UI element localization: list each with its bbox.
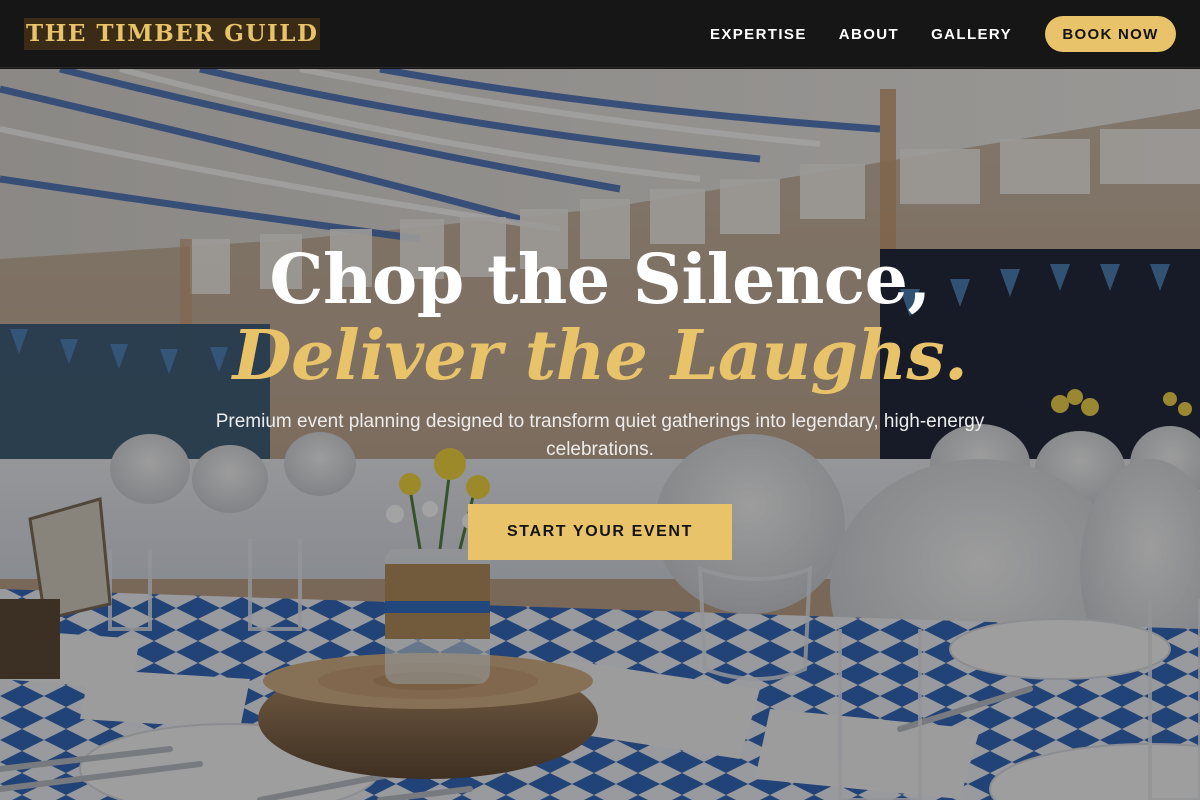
book-now-button[interactable]: BOOK NOW: [1045, 16, 1176, 52]
nav-link-expertise[interactable]: EXPERTISE: [710, 26, 807, 43]
headline-line-1: Chop the Silence,: [269, 240, 931, 320]
top-navigation: THE TIMBER GUILD EXPERTISE ABOUT GALLERY…: [0, 0, 1200, 68]
nav-links: EXPERTISE ABOUT GALLERY: [710, 0, 1012, 68]
start-event-button[interactable]: START YOUR EVENT: [468, 504, 732, 560]
nav-link-about[interactable]: ABOUT: [839, 26, 899, 43]
nav-link-gallery[interactable]: GALLERY: [931, 26, 1012, 43]
hero-headline: Chop the Silence, Deliver the Laughs.: [0, 240, 1200, 392]
landing-page: THE TIMBER GUILD EXPERTISE ABOUT GALLERY…: [0, 0, 1200, 800]
hero-subtitle: Premium event planning designed to trans…: [215, 411, 985, 460]
headline-line-2: Deliver the Laughs.: [232, 316, 968, 396]
site-logo[interactable]: THE TIMBER GUILD: [24, 18, 321, 50]
